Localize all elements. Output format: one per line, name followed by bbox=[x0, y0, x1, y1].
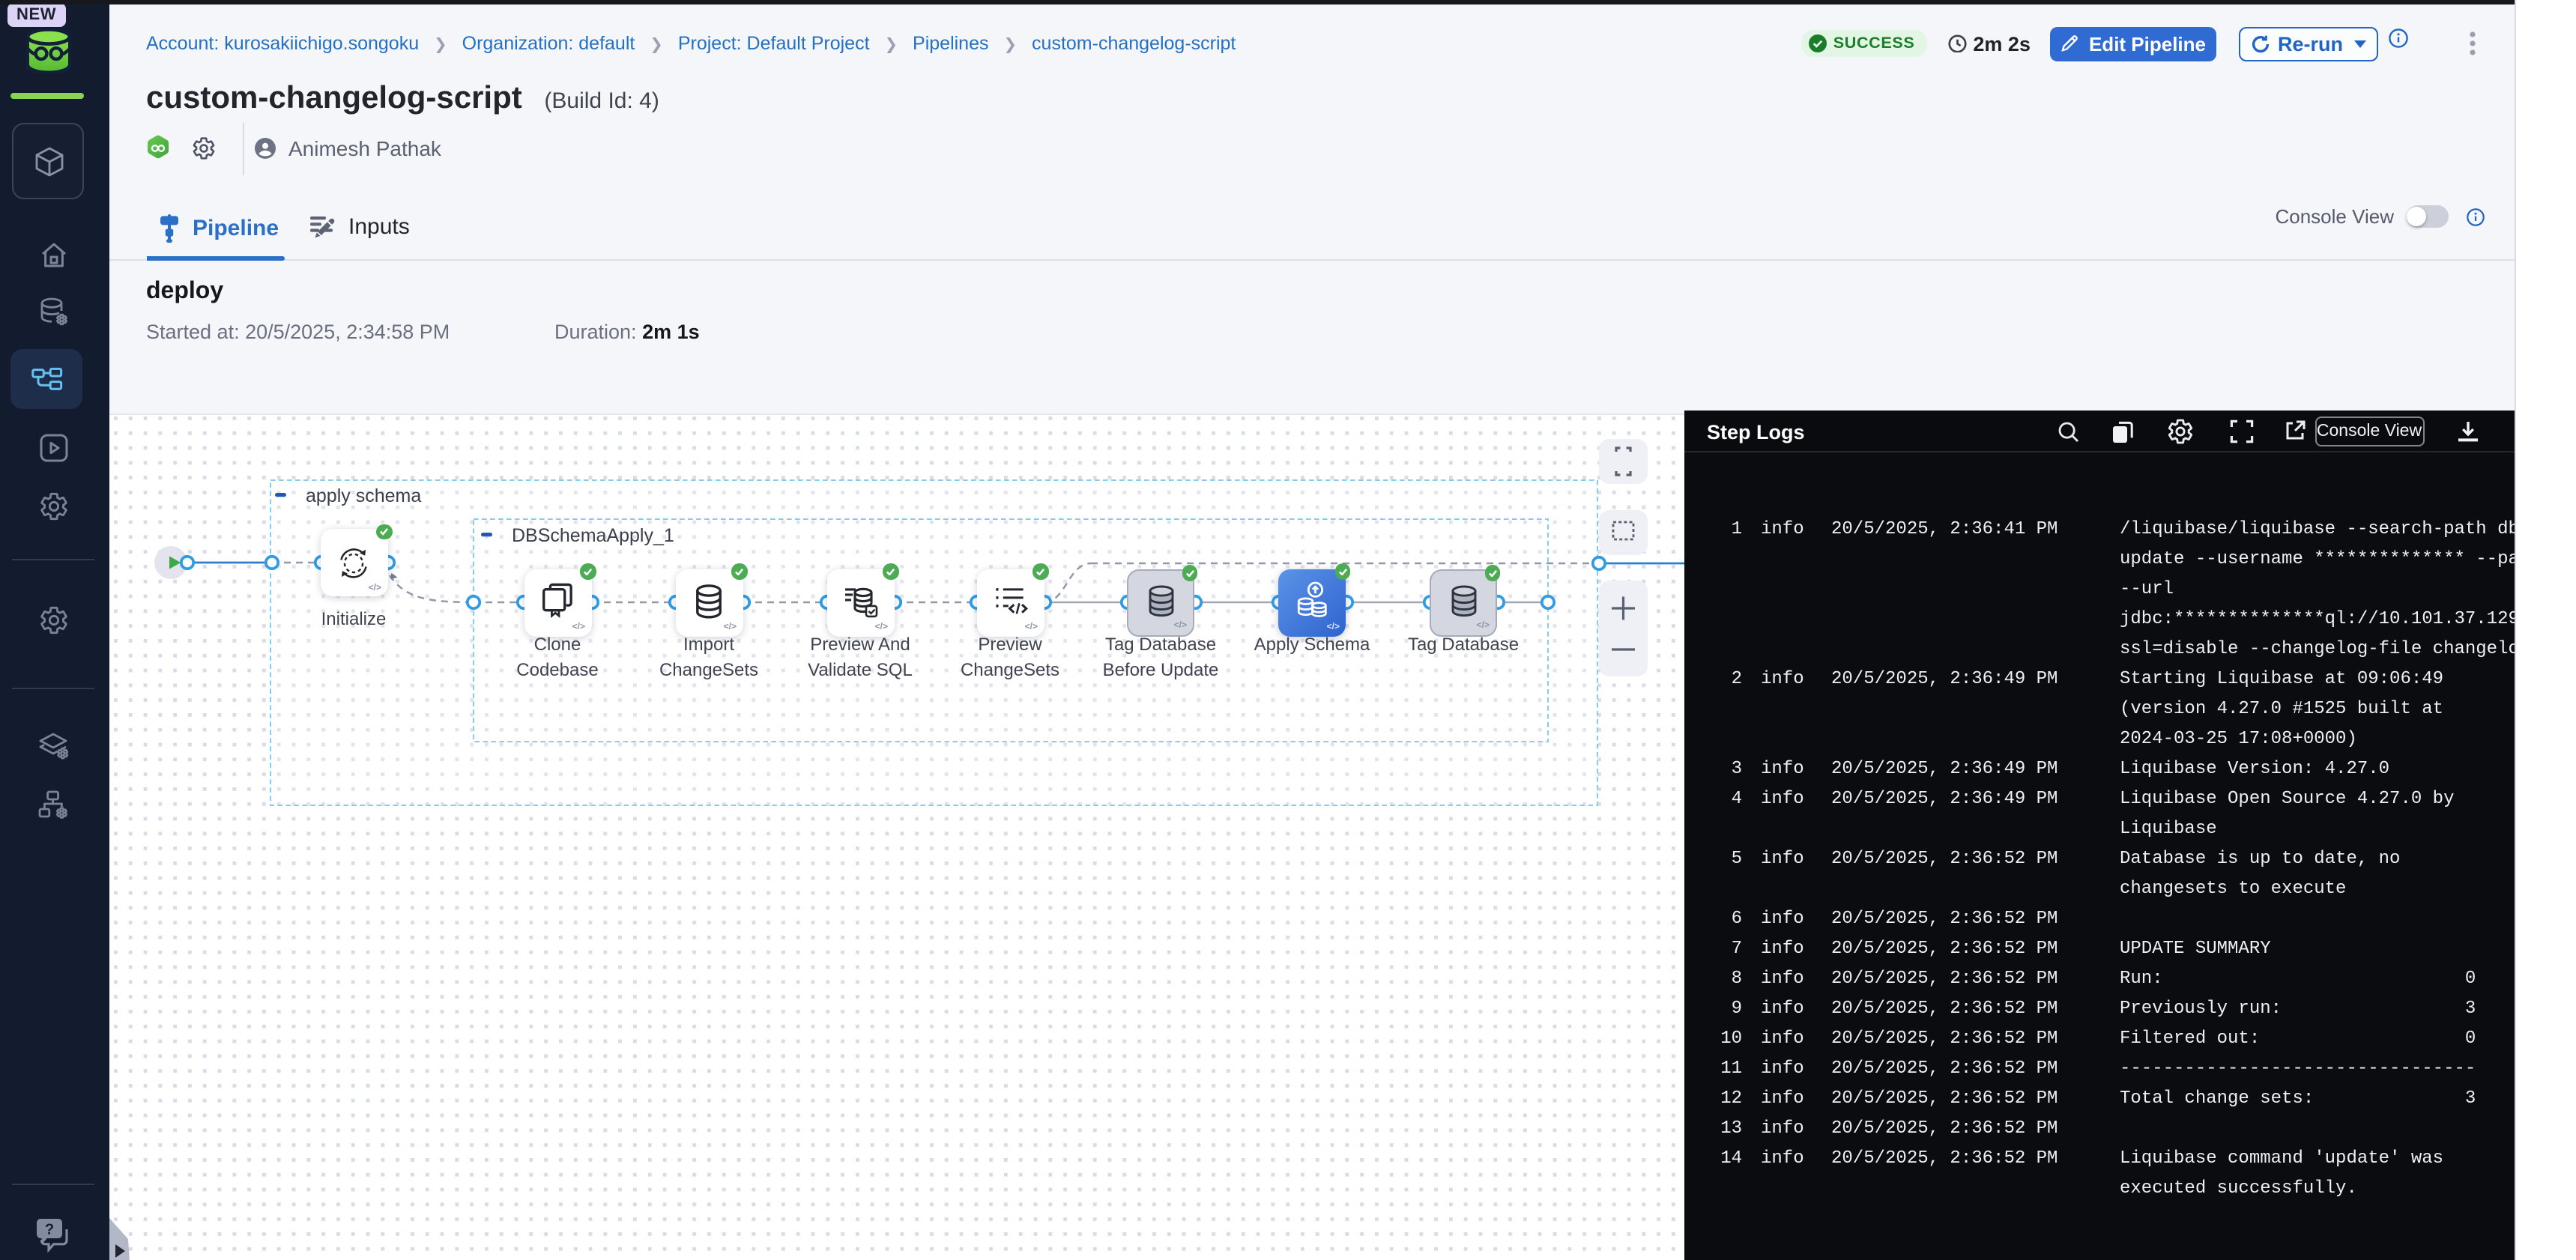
svg-text:DBSchemaApply_1: DBSchemaApply_1 bbox=[511, 525, 674, 546]
svg-text:?: ? bbox=[45, 1221, 54, 1238]
svg-text:apply schema: apply schema bbox=[305, 485, 420, 506]
